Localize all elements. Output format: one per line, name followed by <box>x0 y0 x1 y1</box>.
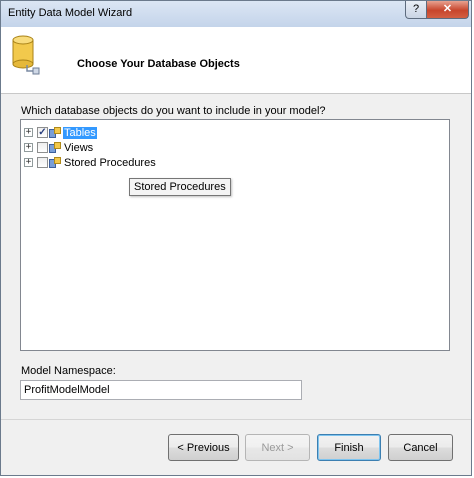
tree-item-views[interactable]: + Views <box>24 140 94 155</box>
tables-icon <box>49 126 61 139</box>
window-title: Entity Data Model Wizard <box>8 7 133 19</box>
wizard-window: Entity Data Model Wizard ? ✕ Choose Your… <box>0 0 472 476</box>
next-button[interactable]: Next > <box>245 434 310 461</box>
expand-stored-procedures-icon[interactable]: + <box>24 158 33 167</box>
database-icon <box>12 35 40 75</box>
namespace-label: Model Namespace: <box>21 365 116 377</box>
tree-item-label[interactable]: Tables <box>63 126 97 139</box>
objects-prompt: Which database objects do you want to in… <box>21 105 326 117</box>
namespace-input[interactable] <box>20 380 302 400</box>
tables-checkbox[interactable]: ✓ <box>37 127 48 138</box>
tree-item-label[interactable]: Views <box>63 142 94 154</box>
cancel-button[interactable]: Cancel <box>388 434 453 461</box>
stored-procedures-icon <box>49 156 61 169</box>
tree-item-label[interactable]: Stored Procedures <box>63 157 157 169</box>
finish-button[interactable]: Finish <box>317 434 381 461</box>
help-button[interactable]: ? <box>405 1 427 19</box>
tree-item-tables[interactable]: + ✓ Tables <box>24 125 97 140</box>
wizard-header: Choose Your Database Objects <box>1 27 471 94</box>
previous-button[interactable]: < Previous <box>168 434 239 461</box>
close-button[interactable]: ✕ <box>426 1 469 19</box>
page-title: Choose Your Database Objects <box>77 58 240 70</box>
database-objects-tree[interactable]: + ✓ Tables + Views + Stored Procedures <box>20 119 450 351</box>
expand-tables-icon[interactable]: + <box>24 128 33 137</box>
stored-procedures-checkbox[interactable] <box>37 157 48 168</box>
footer-divider <box>1 419 471 420</box>
views-icon <box>49 141 61 154</box>
tree-item-stored-procedures[interactable]: + Stored Procedures <box>24 155 157 170</box>
title-bar[interactable]: Entity Data Model Wizard ? ✕ <box>1 1 471 28</box>
tooltip: Stored Procedures <box>129 178 231 196</box>
views-checkbox[interactable] <box>37 142 48 153</box>
expand-views-icon[interactable]: + <box>24 143 33 152</box>
